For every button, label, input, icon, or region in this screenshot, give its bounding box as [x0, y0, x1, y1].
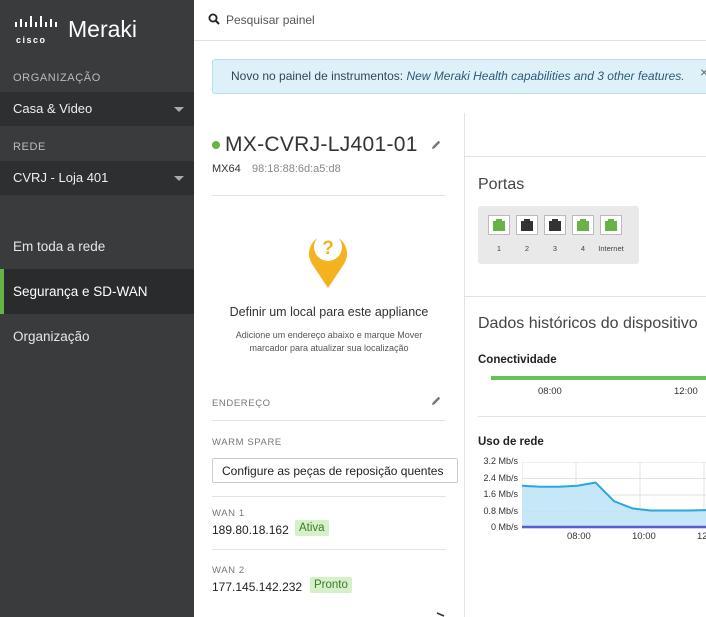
- sidebar-item-label: Em toda a rede: [13, 239, 106, 254]
- sidebar-item-network-wide[interactable]: Em toda a rede: [0, 224, 194, 269]
- search-icon: [208, 13, 220, 25]
- configure-warm-spare-button[interactable]: Configure as peças de reposição quentes: [212, 458, 458, 483]
- address-label: ENDEREÇO: [212, 398, 271, 409]
- close-icon[interactable]: ×: [700, 64, 706, 80]
- meraki-wordmark: Meraki: [68, 16, 138, 42]
- port-internet[interactable]: [600, 215, 622, 235]
- network-selector[interactable]: CVRJ - Loja 401: [0, 161, 194, 195]
- arrow-icon: [436, 612, 445, 617]
- org-label: ORGANIZAÇÃO: [13, 72, 101, 84]
- search-input[interactable]: [226, 10, 686, 30]
- divider: [478, 416, 706, 417]
- ports-title: Portas: [478, 176, 525, 193]
- y-tick-label: 3.2 Mb/s: [483, 456, 518, 466]
- x-tick-label: 10:00: [632, 531, 656, 542]
- sidebar-item-label: Organização: [13, 329, 90, 344]
- divider: [212, 195, 446, 196]
- port-4[interactable]: [572, 215, 594, 235]
- sidebar-item-security-sdwan[interactable]: Segurança e SD-WAN: [0, 269, 194, 314]
- ethernet-port-icon: [605, 219, 617, 231]
- port-3[interactable]: [544, 215, 566, 235]
- connectivity-label: Conectividade: [478, 354, 557, 366]
- cisco-meraki-logo[interactable]: cisco Meraki: [14, 14, 184, 45]
- wan1-label: WAN 1: [212, 508, 245, 519]
- sidebar-item-organization[interactable]: Organização: [0, 314, 194, 359]
- svg-text:?: ?: [322, 238, 334, 259]
- x-tick-label: 08:00: [567, 531, 591, 542]
- device-mac: 98:18:88:6d:a5:d8: [252, 163, 341, 175]
- connectivity-tick: 12:00: [674, 386, 698, 397]
- usage-label: Uso de rede: [478, 436, 544, 448]
- chevron-down-icon: [174, 107, 184, 112]
- banner-text: Novo no painel de instrumentos:: [231, 69, 407, 83]
- y-tick-label: 0 Mb/s: [490, 522, 518, 532]
- pencil-icon[interactable]: [430, 139, 442, 151]
- port-label: 3: [552, 244, 558, 253]
- cisco-wordmark: cisco: [16, 35, 47, 45]
- warm-spare-label: WARM SPARE: [212, 437, 282, 448]
- usage-chart[interactable]: [522, 462, 706, 542]
- device-model: MX64: [212, 163, 241, 175]
- port-label: 1: [496, 244, 502, 253]
- port-label: 2: [524, 244, 530, 253]
- device-name: MX-CVRJ-LJ401-01: [225, 133, 418, 156]
- divider: [212, 549, 446, 550]
- usage-area: [522, 482, 706, 528]
- y-tick-label: 1.6 Mb/s: [483, 489, 518, 499]
- ethernet-port-icon: [577, 219, 589, 231]
- wan1-status-badge: Ativa: [295, 520, 329, 536]
- port-label: Internet: [598, 244, 624, 253]
- map-pin-icon: ?: [309, 233, 347, 288]
- y-tick-label: 2.4 Mb/s: [483, 472, 518, 483]
- wan1-ip: 189.80.18.162: [212, 523, 289, 537]
- status-dot: [212, 141, 220, 149]
- history-title: Dados históricos do dispositivo: [478, 315, 698, 332]
- sidebar: cisco Meraki ORGANIZAÇÃO Casa & Video RE…: [0, 0, 194, 617]
- sidebar-item-label: Segurança e SD-WAN: [13, 284, 148, 299]
- x-tick-label: 12: [697, 531, 706, 542]
- location-description: Adicione um endereço abaixo e marque Mov…: [235, 330, 423, 353]
- wan2-status-badge: Pronto: [310, 577, 352, 593]
- cisco-bars-icon: [15, 16, 57, 27]
- ethernet-port-icon: [493, 219, 505, 231]
- announcement-banner: Novo no painel de instrumentos: New Mera…: [212, 59, 706, 94]
- location-title: Definir um local para este appliance: [229, 305, 429, 319]
- connectivity-tick: 08:00: [538, 386, 562, 397]
- divider: [464, 296, 706, 297]
- connectivity-bar[interactable]: [491, 376, 706, 380]
- top-search-bar: [194, 0, 706, 41]
- device-details-panel: [194, 113, 464, 617]
- banner-features-link[interactable]: New Meraki Health capabilities and 3 oth…: [406, 69, 684, 83]
- divider: [212, 420, 446, 421]
- ethernet-port-icon: [549, 219, 561, 231]
- ethernet-port-icon: [521, 219, 533, 231]
- divider: [464, 156, 706, 157]
- y-tick-label: 0.8 Mb/s: [483, 505, 518, 516]
- port-2[interactable]: [516, 215, 538, 235]
- port-label: 4: [580, 244, 586, 253]
- divider: [212, 496, 446, 497]
- network-label: REDE: [13, 141, 46, 153]
- chevron-down-icon: [174, 176, 184, 181]
- org-selector-value: Casa & Video: [13, 101, 93, 116]
- pencil-icon[interactable]: [430, 395, 442, 407]
- wan2-label: WAN 2: [212, 565, 245, 576]
- wan2-ip: 177.145.142.232: [212, 580, 303, 594]
- network-selector-value: CVRJ - Loja 401: [13, 170, 109, 185]
- port-1[interactable]: [488, 215, 510, 235]
- org-selector[interactable]: Casa & Video: [0, 92, 194, 126]
